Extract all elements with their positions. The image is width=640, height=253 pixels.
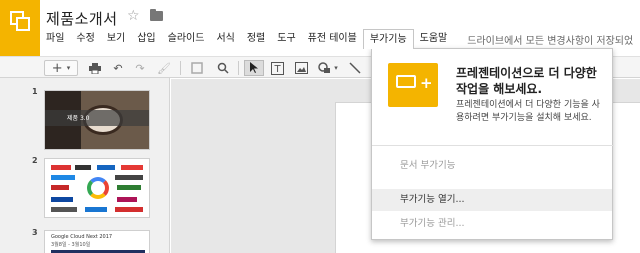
redo-button[interactable]: ↷: [132, 60, 148, 76]
thumbnail-title-bar: 제품 3.0: [45, 110, 149, 126]
paint-format-button[interactable]: 🖌: [156, 60, 172, 76]
zoom-icon: [217, 62, 229, 74]
zoom-button[interactable]: [214, 60, 232, 76]
addons-menu: + 프레젠테이션으로 더 다양한 작업을 해보세요. 프레젠테이션에서 더 다양…: [371, 48, 614, 240]
addons-promo-icon: +: [388, 63, 438, 107]
logo-chip: [115, 175, 143, 180]
menu-fusion-tables[interactable]: 퓨전 테이블: [302, 29, 363, 49]
zoom-fit-button[interactable]: [188, 60, 206, 76]
menu-divider: [372, 145, 614, 146]
text-box-tool[interactable]: T: [268, 60, 286, 76]
logo-chip: [51, 165, 71, 170]
dropdown-icon: ▾: [334, 64, 338, 72]
logo-chip: [121, 165, 143, 170]
slides-logo-icon: [10, 11, 30, 31]
logo-chip: [51, 207, 77, 212]
toolbar-divider: [180, 61, 181, 75]
line-tool[interactable]: [346, 60, 364, 76]
thumbnail-title: Google Cloud Next 2017: [51, 234, 113, 240]
text-box-icon: T: [270, 61, 284, 75]
menu-view[interactable]: 보기: [101, 29, 131, 49]
image-tool[interactable]: [292, 60, 310, 76]
logo-chip: [117, 185, 141, 190]
menu-help[interactable]: 도움말: [414, 29, 454, 49]
select-tool[interactable]: [244, 60, 264, 76]
new-slide-button[interactable]: + ▾: [44, 60, 78, 76]
thumbnail-caption: 제품 3.0: [67, 115, 90, 122]
menu-file[interactable]: 파일: [40, 29, 70, 49]
logo-chip: [117, 197, 137, 202]
logo-chip: [51, 185, 69, 190]
menu-format[interactable]: 서식: [210, 29, 240, 49]
slide-filmstrip: 1 제품 3.0 2 3 Google Cloud Next 2017 3월8일…: [0, 78, 170, 253]
center-logo-ring: [87, 177, 109, 199]
logo-chip: [51, 197, 73, 202]
plus-icon: +: [420, 74, 433, 92]
logo-chip: [85, 207, 107, 212]
addons-promo-text: 프레젠테이션에서 더 다양한 기능을 사용하려면 부가기능을 설치해 보세요.: [456, 100, 600, 123]
new-slide-icon: +: [51, 60, 63, 76]
manage-addons-item[interactable]: 부가기능 관리...: [372, 213, 612, 235]
menu-addons[interactable]: 부가기능: [362, 29, 414, 49]
logo-chip: [51, 175, 75, 180]
addons-promo-title: 프레젠테이션으로 더 다양한 작업을 해보세요.: [456, 66, 597, 96]
print-icon: [89, 62, 101, 74]
shape-icon: [318, 62, 331, 73]
menu-edit[interactable]: 수정: [70, 29, 100, 49]
save-status[interactable]: 드라이브에서 모든 변경사항이 저장되었: [453, 32, 633, 47]
select-icon: [250, 62, 258, 73]
star-icon[interactable]: ☆: [127, 8, 140, 24]
menu-insert[interactable]: 삽입: [131, 29, 161, 49]
document-title[interactable]: 제품소개서: [46, 8, 118, 29]
slide-thumbnail-1[interactable]: 제품 3.0: [44, 90, 150, 150]
line-icon: [349, 62, 361, 74]
addons-header-item: 문서 부가기능: [400, 160, 456, 171]
slide-thumbnail-2[interactable]: [44, 158, 150, 218]
dropdown-icon: ▾: [66, 64, 71, 72]
menu-slide[interactable]: 슬라이드: [162, 29, 211, 49]
logo-chip: [97, 165, 115, 170]
logo-chip: [75, 165, 91, 170]
shape-tool[interactable]: ▾: [316, 60, 340, 76]
slide-thumbnail-3[interactable]: Google Cloud Next 2017 3월8일 - 3월10일: [44, 230, 150, 253]
menu-bar: 파일 수정 보기 삽입 슬라이드 서식 정렬 도구 퓨전 테이블 부가기능 도움…: [40, 29, 633, 49]
menu-arrange[interactable]: 정렬: [241, 29, 271, 49]
zoom-fit-icon: [191, 62, 203, 74]
slide-number: 2: [32, 156, 38, 165]
thumbnail-subtitle: 3월8일 - 3월10일: [51, 242, 91, 248]
open-addons-item[interactable]: 부가기능 열기...: [372, 189, 612, 211]
redo-icon: ↷: [135, 61, 145, 75]
undo-button[interactable]: ↶: [110, 60, 126, 76]
slide-number: 3: [32, 228, 38, 237]
svg-text:T: T: [273, 64, 281, 75]
toolbar-divider: [238, 61, 239, 75]
addons-slide-glyph: [396, 75, 416, 88]
image-icon: [294, 62, 308, 74]
menu-tools[interactable]: 도구: [271, 29, 301, 49]
folder-icon[interactable]: [150, 9, 163, 21]
paint-format-icon: 🖌: [157, 61, 171, 75]
print-button[interactable]: [87, 60, 103, 76]
slide-number: 1: [32, 87, 38, 96]
undo-icon: ↶: [113, 61, 123, 75]
slides-logo[interactable]: [0, 0, 40, 56]
logo-chip: [115, 207, 143, 212]
